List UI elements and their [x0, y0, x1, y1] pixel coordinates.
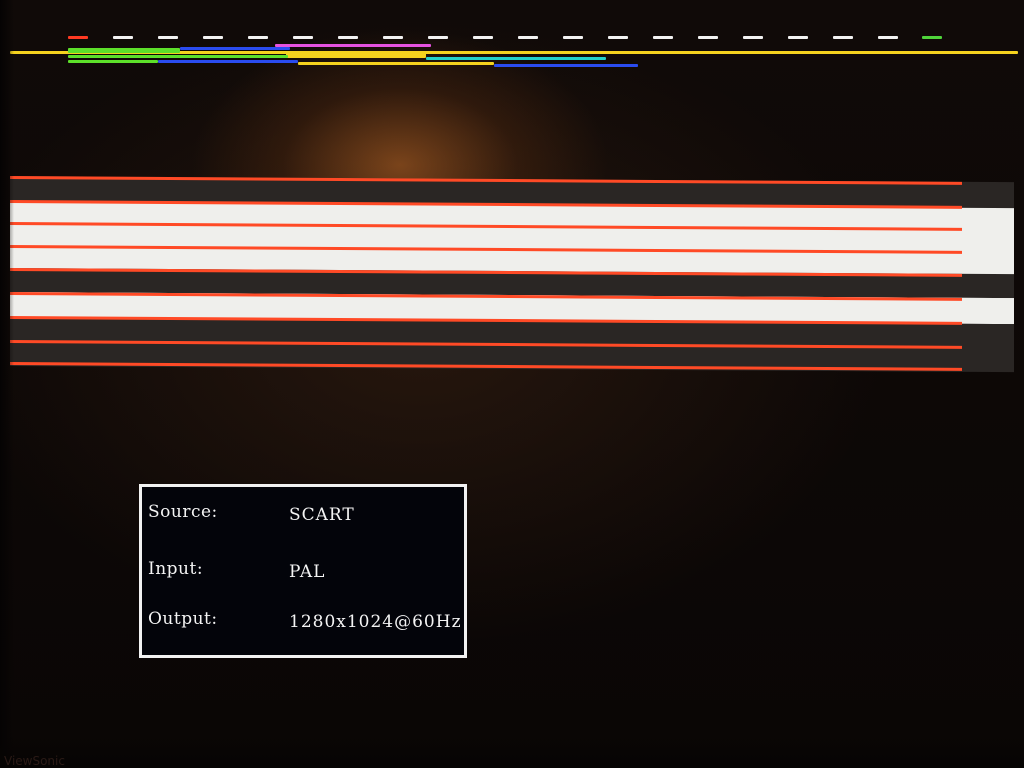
dash — [248, 36, 268, 39]
yellow-bar-2 — [298, 62, 494, 65]
blue-bar-2 — [158, 60, 298, 63]
signal-info-box: Source: SCART Input: PAL Output: 1280x10… — [139, 484, 467, 658]
dash — [518, 36, 538, 39]
dash — [833, 36, 853, 39]
dash — [473, 36, 493, 39]
dash — [698, 36, 718, 39]
screen: Source: SCART Input: PAL Output: 1280x10… — [0, 0, 1024, 768]
dash — [428, 36, 448, 39]
output-label: Output: — [148, 609, 218, 629]
dash — [113, 36, 133, 39]
dash — [158, 36, 178, 39]
source-label: Source: — [148, 502, 218, 522]
input-value: PAL — [289, 562, 326, 582]
input-label: Input: — [148, 559, 204, 579]
input-row: Input: PAL — [142, 559, 464, 583]
dash — [563, 36, 583, 39]
green-bar-3 — [68, 60, 158, 63]
dash — [203, 36, 223, 39]
bezel-bottom — [0, 734, 1024, 768]
dash — [293, 36, 313, 39]
source-value: SCART — [289, 505, 355, 525]
dash — [878, 36, 898, 39]
green-bar-2 — [68, 55, 288, 58]
dash — [338, 36, 358, 39]
dash — [608, 36, 628, 39]
dash — [788, 36, 808, 39]
dash — [743, 36, 763, 39]
output-value: 1280x1024@60Hz — [289, 612, 462, 632]
source-row: Source: SCART — [142, 502, 464, 526]
brand-logo: ViewSonic — [4, 754, 65, 768]
dash-red — [68, 36, 88, 39]
cyan-bar — [426, 57, 606, 60]
dash — [383, 36, 403, 39]
green-bar — [68, 48, 180, 53]
blue-bar-3 — [494, 64, 638, 67]
yellow-bar — [286, 53, 426, 58]
blue-bar — [180, 47, 290, 50]
dash — [653, 36, 673, 39]
dash-green — [922, 36, 942, 39]
magenta-bar — [275, 44, 431, 47]
signal-indicators — [0, 0, 1024, 80]
test-stripe-panel — [10, 176, 1014, 378]
bezel-left — [0, 0, 14, 768]
output-row: Output: 1280x1024@60Hz — [142, 609, 464, 633]
